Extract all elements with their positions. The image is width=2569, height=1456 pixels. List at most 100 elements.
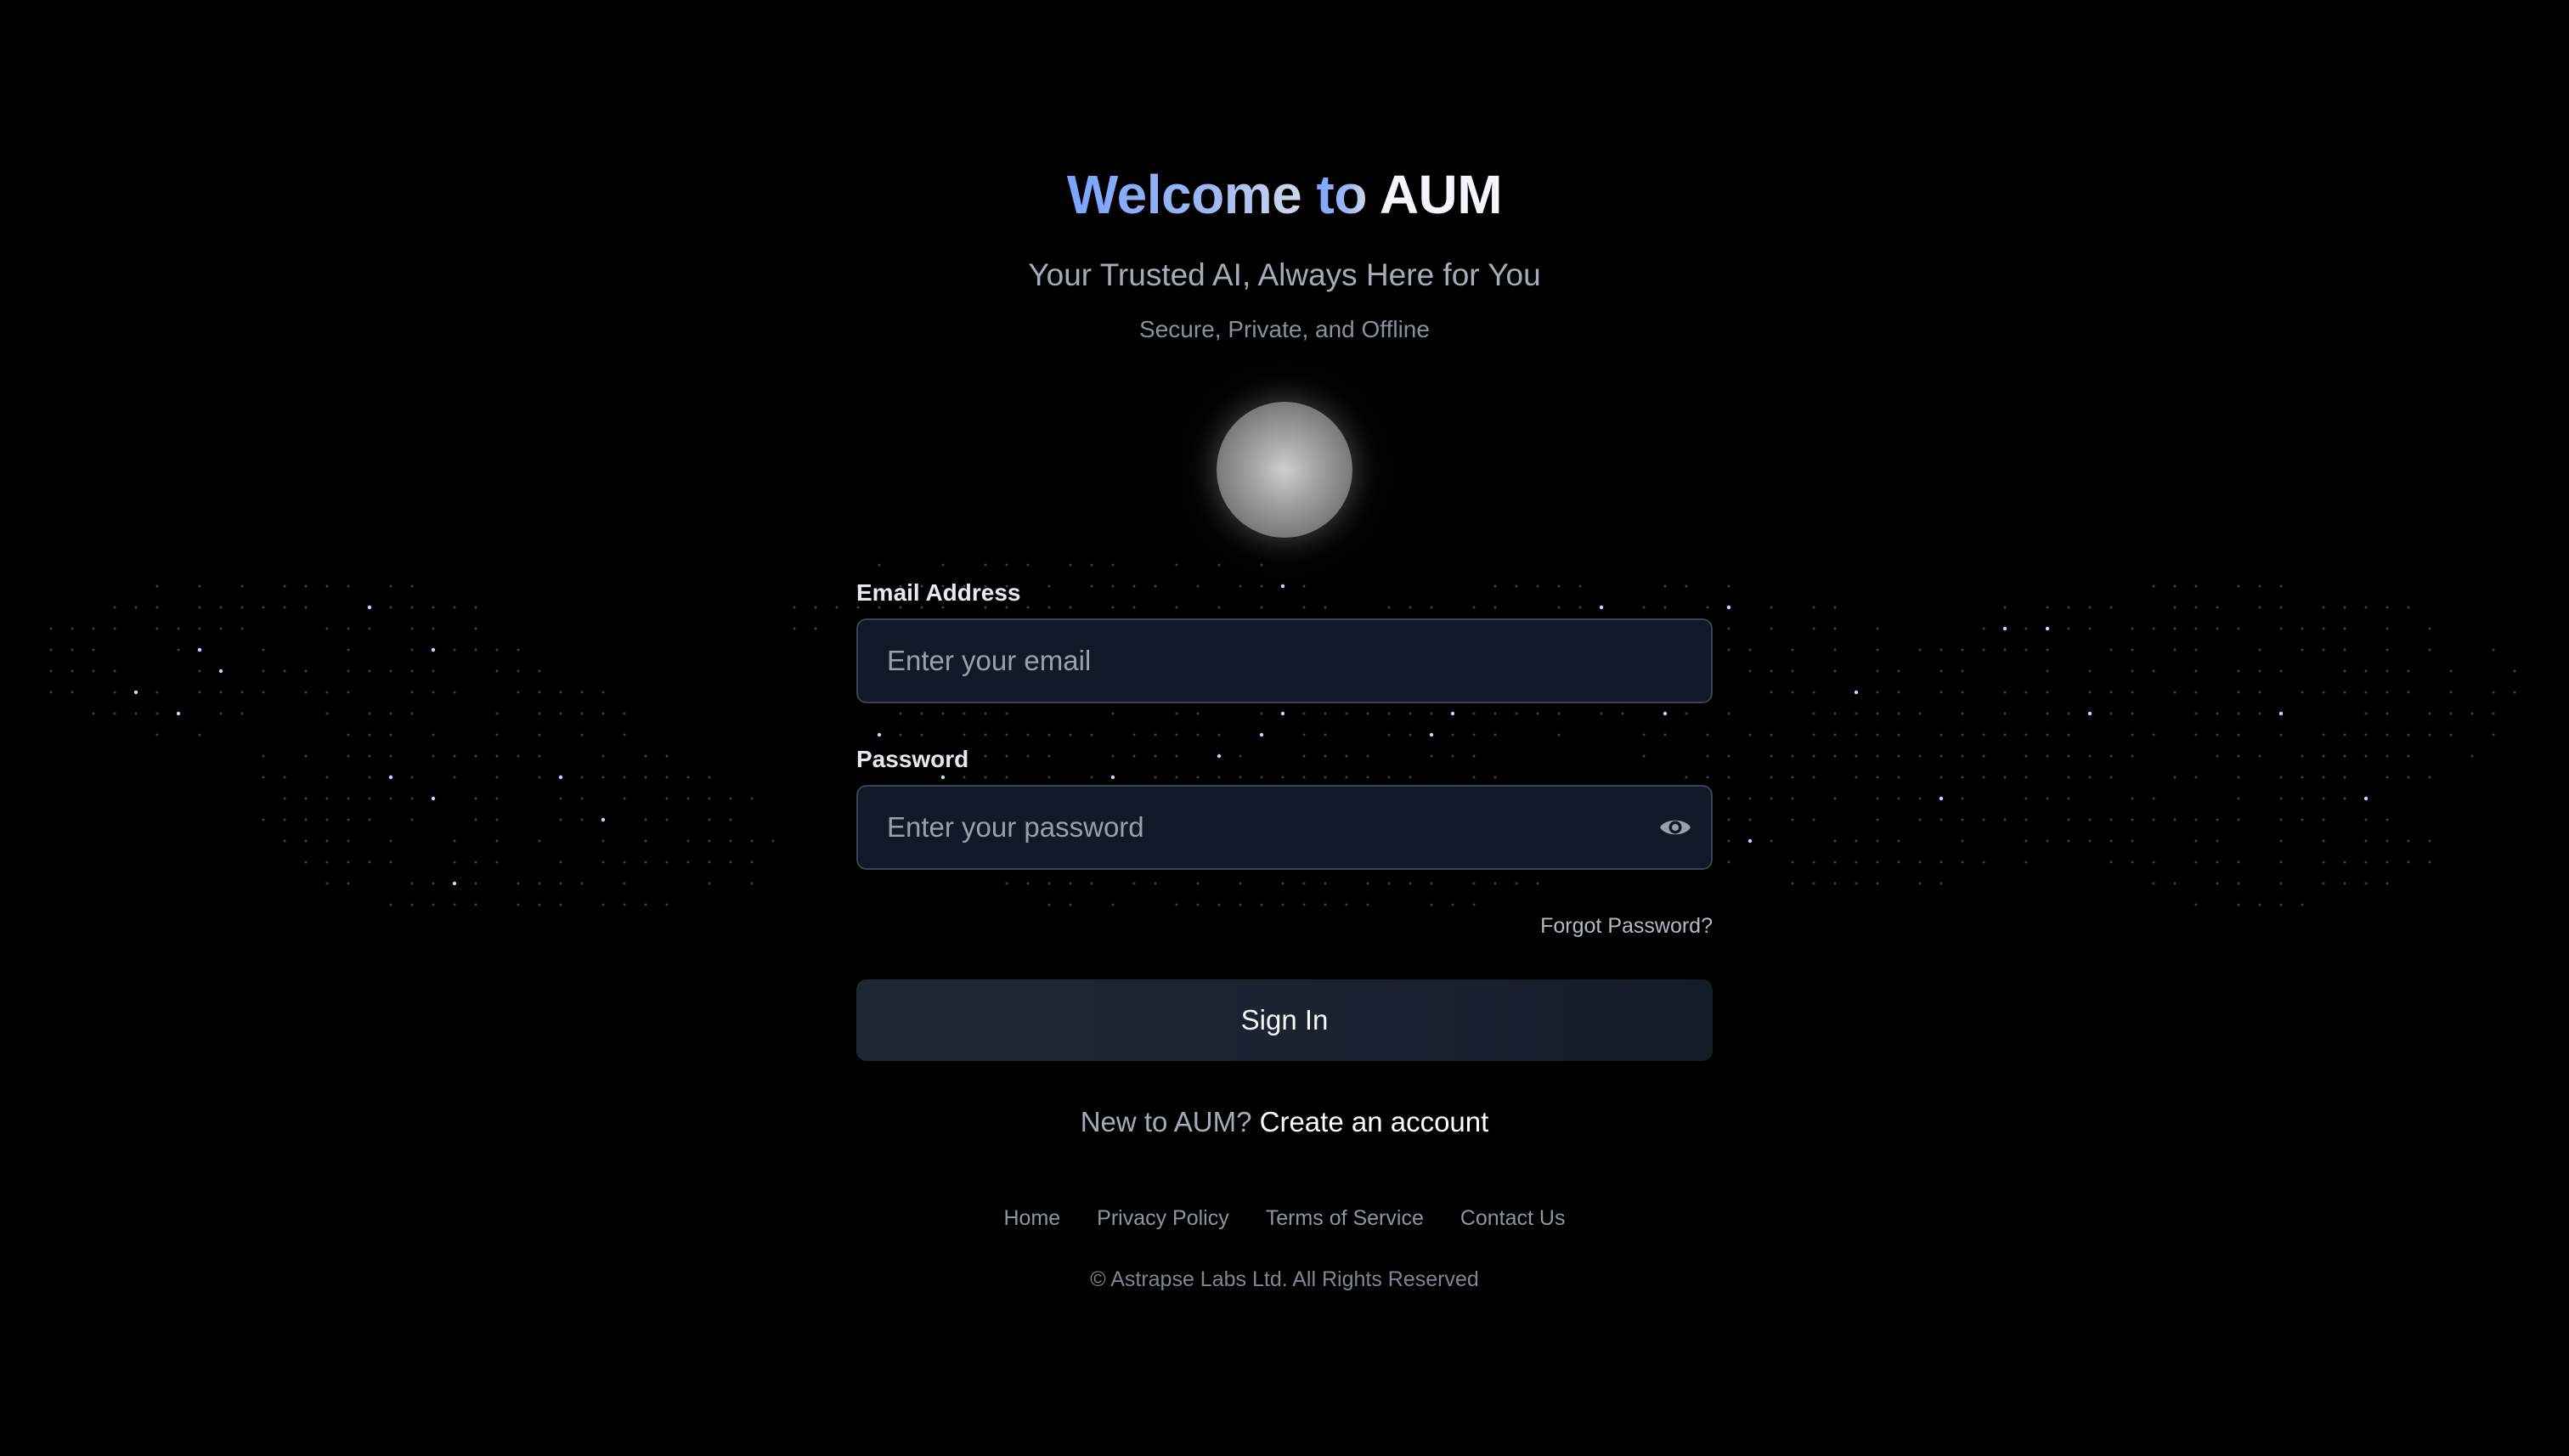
map-dot (1791, 776, 1794, 779)
map-dot (601, 861, 605, 864)
map-dot (2088, 606, 2092, 609)
map-dot (1132, 754, 1136, 758)
map-dot (2428, 712, 2431, 715)
map-dot (453, 903, 456, 906)
map-dot (2194, 606, 2198, 609)
map-dot (198, 584, 201, 588)
password-input[interactable] (858, 787, 1711, 868)
map-dot (1939, 648, 1943, 652)
map-dot (325, 584, 329, 588)
map-dot (2364, 606, 2368, 609)
sign-in-button[interactable]: Sign In (856, 979, 1713, 1061)
map-dot (71, 669, 74, 673)
map-dot (750, 839, 754, 843)
map-dot (283, 584, 286, 588)
map-dot (474, 903, 477, 906)
map-dot (2428, 648, 2431, 652)
map-dot (453, 776, 456, 779)
map-dot (1791, 754, 1794, 758)
map-dot (1259, 732, 1264, 737)
map-dot (2407, 861, 2410, 864)
map-dot (432, 627, 435, 630)
map-dot (2067, 712, 2070, 715)
map-dot (2131, 712, 2134, 715)
map-dot (1833, 627, 1837, 630)
map-dot (1833, 606, 1837, 609)
forgot-password-link[interactable]: Forgot Password? (1540, 912, 1713, 940)
map-dot (940, 775, 946, 780)
footer-link-contact[interactable]: Contact Us (1460, 1206, 1566, 1230)
map-dot (495, 839, 499, 843)
map-dot (1472, 712, 1476, 715)
map-dot (538, 754, 541, 758)
map-dot (580, 797, 584, 800)
map-dot (495, 776, 499, 779)
map-dot (1812, 606, 1815, 609)
map-dot (113, 669, 116, 673)
map-dot (1090, 563, 1093, 567)
map-dot (1791, 669, 1794, 673)
map-dot (1111, 563, 1115, 567)
map-dot (453, 861, 456, 864)
map-dot (1324, 712, 1327, 715)
map-dot (1706, 776, 1709, 779)
map-dot (1706, 606, 1709, 609)
map-dot (1939, 882, 1943, 885)
map-dot (623, 733, 626, 736)
map-dot (1918, 861, 1922, 864)
footer-link-home[interactable]: Home (1004, 1206, 1061, 1230)
map-dot (177, 648, 180, 652)
eye-icon[interactable] (1658, 812, 1692, 843)
map-dot (517, 648, 520, 652)
create-account-link[interactable]: Create an account (1260, 1106, 1489, 1137)
map-dot (347, 882, 350, 885)
map-dot (2046, 712, 2049, 715)
map-dot (1833, 861, 1837, 864)
footer-link-terms[interactable]: Terms of Service (1266, 1206, 1424, 1230)
map-dot (1387, 733, 1391, 736)
map-dot (1302, 754, 1306, 758)
map-dot (1791, 861, 1794, 864)
map-dot (1833, 797, 1837, 800)
map-dot (2322, 776, 2325, 779)
map-dot (1876, 733, 1879, 736)
map-dot (453, 691, 456, 694)
map-dot (1918, 712, 1922, 715)
map-dot (1876, 669, 1879, 673)
map-dot (1578, 584, 1582, 588)
map-dot (2152, 861, 2155, 864)
map-dot (2046, 691, 2049, 694)
map-dot (941, 563, 945, 567)
map-dot (1727, 861, 1731, 864)
map-dot (920, 712, 923, 715)
footer-link-privacy[interactable]: Privacy Policy (1097, 1206, 1229, 1230)
map-dot (2173, 776, 2177, 779)
map-dot (2343, 648, 2346, 652)
map-dot (1154, 776, 1157, 779)
map-dot (1706, 733, 1709, 736)
map-dot (304, 669, 308, 673)
map-dot (347, 861, 350, 864)
map-dot (1175, 903, 1178, 906)
map-dot (963, 712, 966, 715)
map-dot (198, 669, 201, 673)
map-dot (410, 818, 414, 821)
map-dot (1961, 818, 1964, 821)
map-dot (198, 691, 201, 694)
map-dot (2237, 818, 2240, 821)
map-dot (2386, 627, 2389, 630)
map-dot (325, 861, 329, 864)
map-dot (601, 712, 605, 715)
map-dot (1854, 690, 1859, 695)
map-dot (1366, 903, 1369, 906)
map-dot (1217, 606, 1221, 609)
email-input[interactable] (858, 620, 1711, 702)
map-dot (1154, 882, 1157, 885)
map-dot (432, 606, 435, 609)
map-dot (2492, 733, 2495, 736)
map-dot (1387, 606, 1391, 609)
map-dot (2386, 861, 2389, 864)
map-dot (1727, 648, 1731, 652)
copyright-text: © Astrapse Labs Ltd. All Rights Reserved (1090, 1267, 1479, 1291)
map-dot (495, 818, 499, 821)
